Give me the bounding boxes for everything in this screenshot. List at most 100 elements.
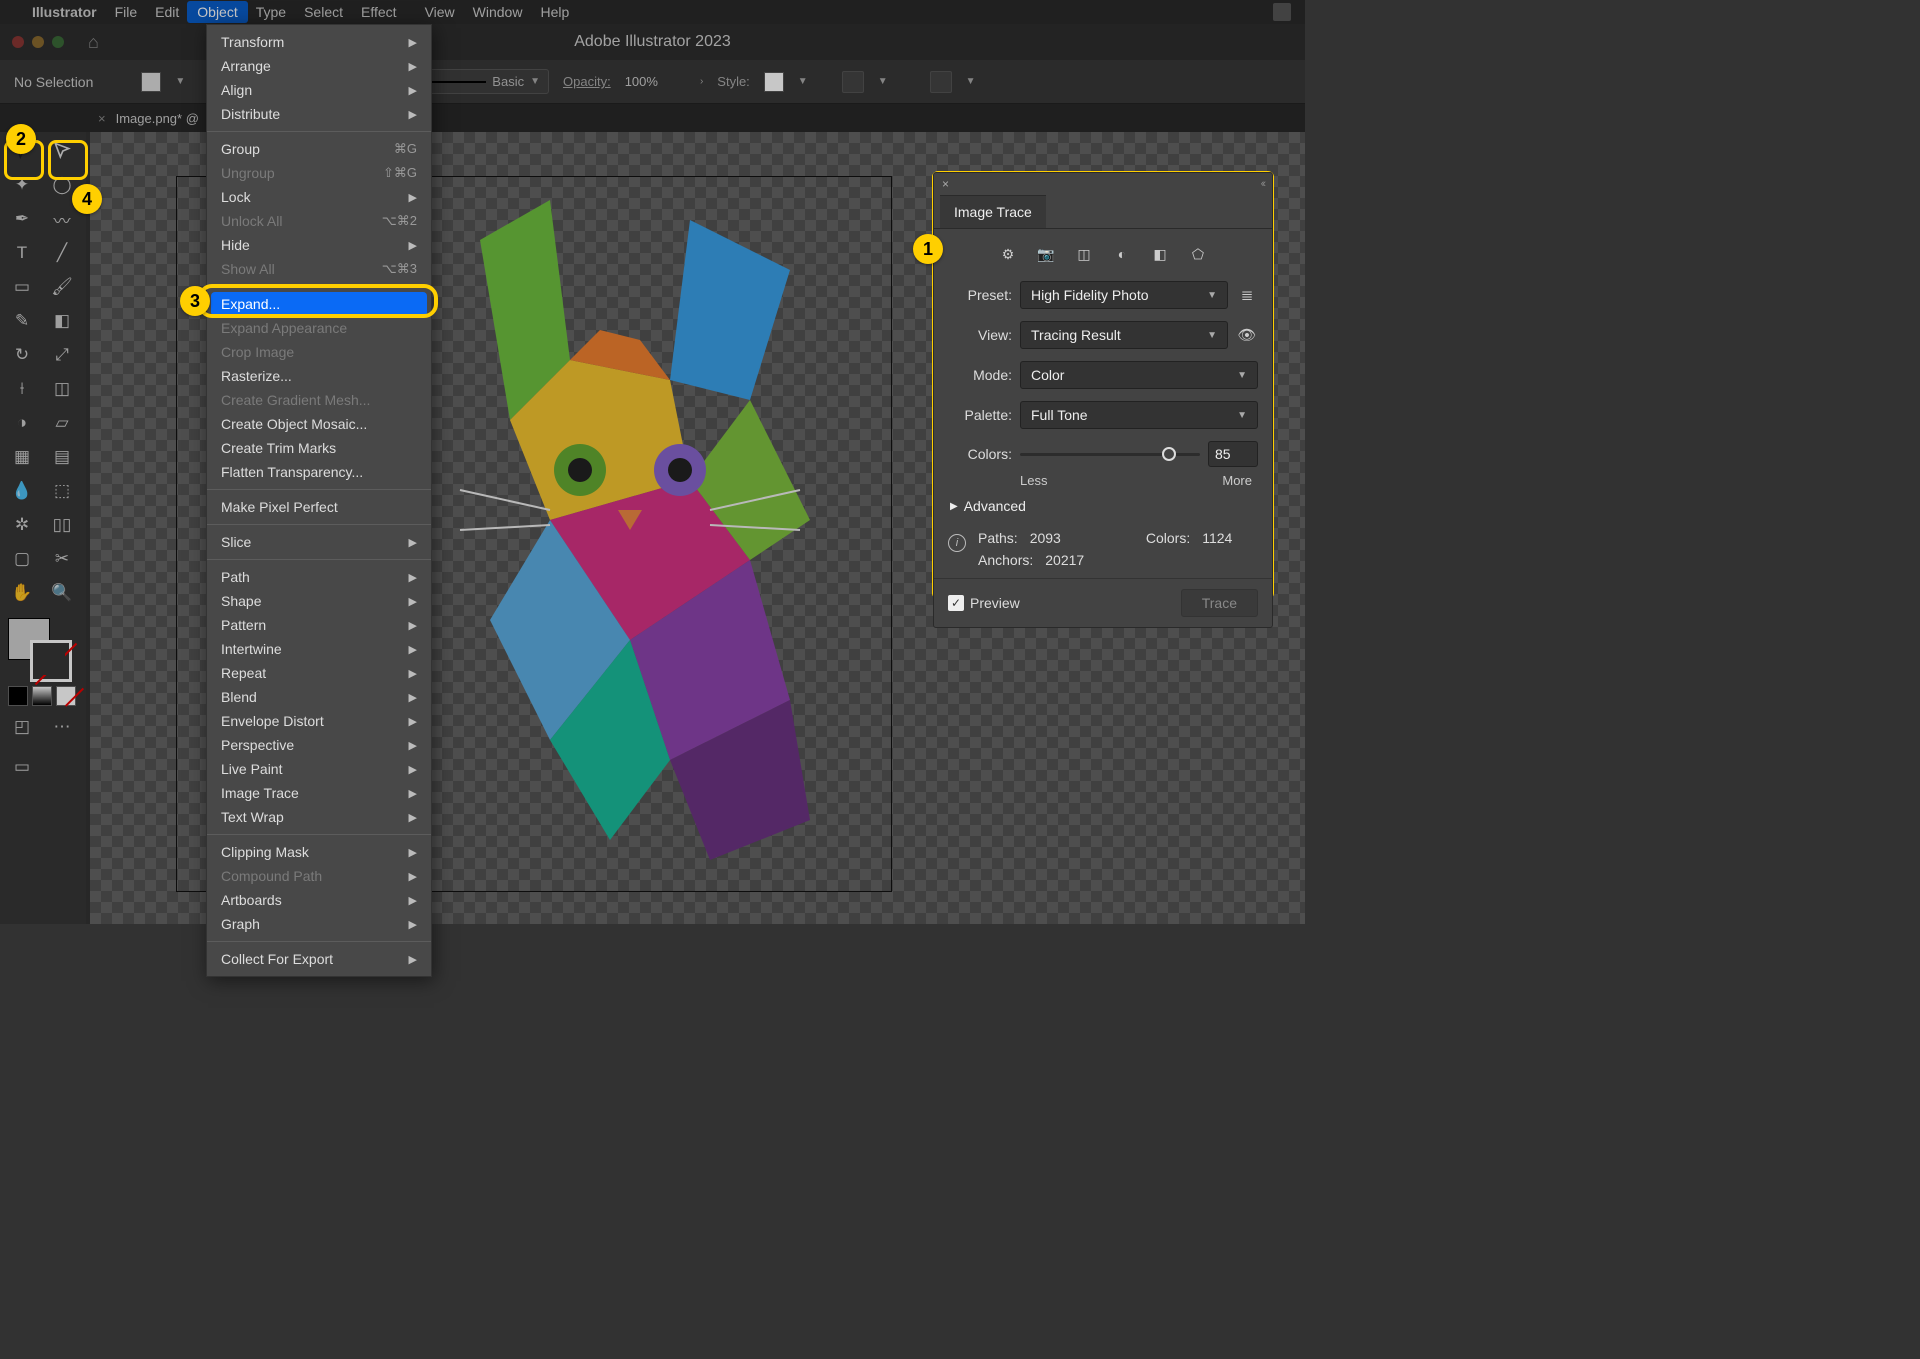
preset-outline-icon[interactable]: ⬠ [1187,243,1209,265]
fill-stroke-control[interactable] [8,618,78,682]
menu-item-graph[interactable]: Graph▶ [207,912,431,936]
menu-item-intertwine[interactable]: Intertwine▶ [207,637,431,661]
line-tool[interactable]: ╱ [42,236,82,270]
trace-button[interactable]: Trace [1181,589,1258,617]
symbol-sprayer-tool[interactable]: ✲ [2,508,42,542]
preview-checkbox[interactable]: ✓ Preview [948,595,1020,611]
cc-status-icon[interactable] [1273,3,1291,21]
chevron-down-icon[interactable]: ▼ [175,76,185,87]
eyedropper-tool[interactable]: 💧 [2,474,42,508]
close-window-icon[interactable] [12,36,24,48]
menu-item-flatten-transparency[interactable]: Flatten Transparency... [207,460,431,484]
preset-menu-icon[interactable]: ≣ [1236,286,1258,304]
preset-select[interactable]: High Fidelity Photo▼ [1020,281,1228,309]
edit-toolbar-tool[interactable]: ⋯ [42,710,82,744]
menu-item-rasterize[interactable]: Rasterize... [207,364,431,388]
zoom-tool[interactable]: 🔍 [42,576,82,610]
chevron-right-icon[interactable]: › [700,76,703,87]
screen-mode-tool[interactable]: ◰ [2,710,42,744]
scale-tool[interactable]: ⤢ [42,338,82,372]
view-eye-icon[interactable]: 👁 [1236,326,1258,344]
color-mode-solid-icon[interactable] [8,686,28,706]
rectangle-tool[interactable]: ▭ [2,270,42,304]
chevron-down-icon[interactable]: ▼ [966,76,976,87]
view-select[interactable]: Tracing Result▼ [1020,321,1228,349]
menu-item-create-object-mosaic[interactable]: Create Object Mosaic... [207,412,431,436]
stroke-profile-select[interactable]: Basic ▼ [413,69,549,94]
panel-tab-image-trace[interactable]: Image Trace [940,195,1046,228]
blend-tool[interactable]: ⬚ [42,474,82,508]
align-button[interactable] [842,71,864,93]
colors-slider[interactable] [1020,445,1200,463]
paintbrush-tool[interactable]: 🖌 [42,270,82,304]
menu-type[interactable]: Type [256,4,286,20]
menu-item-expand[interactable]: Expand... [211,292,427,316]
stroke-color-icon[interactable] [30,640,72,682]
menu-item-shape[interactable]: Shape▶ [207,589,431,613]
preset-bw-icon[interactable]: ◧ [1149,243,1171,265]
type-tool[interactable]: T [2,236,42,270]
menu-view[interactable]: View [425,4,455,20]
transform-button[interactable] [930,71,952,93]
slice-tool[interactable]: ✂ [42,542,82,576]
menu-item-text-wrap[interactable]: Text Wrap▶ [207,805,431,829]
preset-lowcolor-icon[interactable]: ◫ [1073,243,1095,265]
gradient-tool[interactable]: ▤ [42,440,82,474]
menu-item-image-trace[interactable]: Image Trace▶ [207,781,431,805]
traffic-lights[interactable] [12,36,64,48]
menu-window[interactable]: Window [473,4,523,20]
mode-select[interactable]: Color▼ [1020,361,1258,389]
mesh-tool[interactable]: ▦ [2,440,42,474]
shaper-tool[interactable]: ✎ [2,304,42,338]
menu-item-artboards[interactable]: Artboards▶ [207,888,431,912]
traced-cat-image[interactable] [370,180,890,880]
menu-item-pattern[interactable]: Pattern▶ [207,613,431,637]
width-tool[interactable]: ⟊ [2,372,42,406]
menu-item-group[interactable]: Group⌘G [207,137,431,161]
menu-item-envelope-distort[interactable]: Envelope Distort▶ [207,709,431,733]
advanced-toggle[interactable]: ▶Advanced [934,488,1272,524]
menu-item-perspective[interactable]: Perspective▶ [207,733,431,757]
menu-item-live-paint[interactable]: Live Paint▶ [207,757,431,781]
palette-select[interactable]: Full Tone▼ [1020,401,1258,429]
menu-item-transform[interactable]: Transform▶ [207,30,431,54]
preset-grayscale-icon[interactable]: ◐ [1111,243,1133,265]
preset-auto-icon[interactable]: ⚙ [997,243,1019,265]
opacity-label[interactable]: Opacity: [563,74,611,89]
close-tab-icon[interactable]: × [98,111,106,126]
minimize-window-icon[interactable] [32,36,44,48]
menu-item-create-trim-marks[interactable]: Create Trim Marks [207,436,431,460]
menu-item-lock[interactable]: Lock▶ [207,185,431,209]
drawing-mode-tool[interactable]: ▭ [2,750,42,784]
app-name[interactable]: Illustrator [32,4,97,20]
colors-input[interactable]: 85 [1208,441,1258,467]
menu-item-repeat[interactable]: Repeat▶ [207,661,431,685]
rotate-tool[interactable]: ↻ [2,338,42,372]
collapse-panel-icon[interactable]: ‹‹ [1261,178,1264,190]
shape-builder-tool[interactable]: ◑ [2,406,42,440]
menu-item-arrange[interactable]: Arrange▶ [207,54,431,78]
eraser-tool[interactable]: ◧ [42,304,82,338]
menu-help[interactable]: Help [540,4,569,20]
menu-edit[interactable]: Edit [155,4,179,20]
chevron-down-icon[interactable]: ▼ [878,76,888,87]
slider-thumb-icon[interactable] [1162,447,1176,461]
menu-item-slice[interactable]: Slice▶ [207,530,431,554]
menu-item-distribute[interactable]: Distribute▶ [207,102,431,126]
document-tab-name[interactable]: Image.png* @ [116,111,199,126]
menu-effect[interactable]: Effect [361,4,397,20]
menu-item-path[interactable]: Path▶ [207,565,431,589]
home-icon[interactable]: ⌂ [88,32,99,53]
free-transform-tool[interactable]: ◫ [42,372,82,406]
zoom-window-icon[interactable] [52,36,64,48]
color-mode-gradient-icon[interactable] [32,686,52,706]
artboard-tool[interactable]: ▢ [2,542,42,576]
graph-tool[interactable]: ▯▯ [42,508,82,542]
menu-file[interactable]: File [115,4,138,20]
menu-item-blend[interactable]: Blend▶ [207,685,431,709]
menu-item-clipping-mask[interactable]: Clipping Mask▶ [207,840,431,864]
menu-object[interactable]: Object [187,1,247,23]
opacity-value[interactable]: 100% [625,74,658,89]
hand-tool[interactable]: ✋ [2,576,42,610]
perspective-tool[interactable]: ▱ [42,406,82,440]
